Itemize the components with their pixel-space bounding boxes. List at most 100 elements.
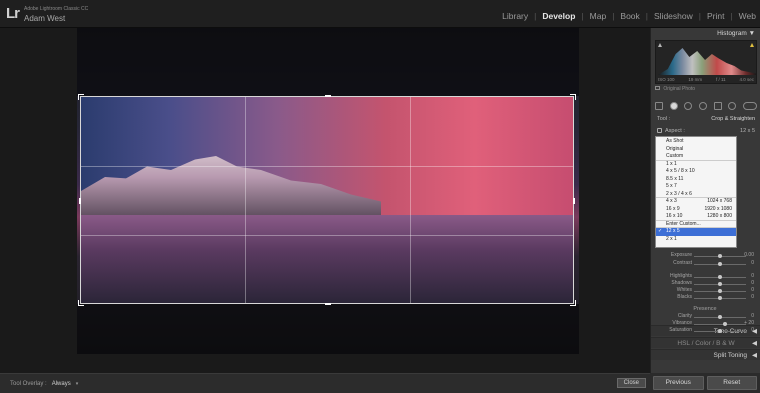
grid-icon[interactable]: [655, 102, 663, 110]
slider-label: Blacks: [677, 294, 692, 300]
aspect-option[interactable]: Enter Custom...: [656, 221, 736, 228]
reset-button[interactable]: Reset: [706, 376, 757, 390]
module-slideshow[interactable]: Slideshow: [654, 11, 693, 21]
slider-knob[interactable]: [718, 315, 722, 319]
top-bar: Lr Adobe Lightroom Classic CC Adam West …: [0, 0, 760, 28]
slider-knob[interactable]: [723, 322, 728, 326]
aspect-option-label: 4 x 5 / 8 x 10: [666, 168, 695, 174]
aspect-option[interactable]: 1 x 1: [656, 161, 736, 169]
module-library[interactable]: Library: [502, 11, 528, 21]
radial-filter-icon[interactable]: [728, 102, 737, 110]
slider-value[interactable]: 0: [751, 327, 754, 333]
photo-canvas[interactable]: [77, 28, 579, 354]
original-photo-label: Original Photo: [663, 86, 696, 92]
slider-knob[interactable]: [718, 296, 722, 300]
aspect-option[interactable]: 2 x 1: [656, 236, 736, 244]
iso-value: ISO 100: [658, 77, 675, 82]
crop-handle-right[interactable]: [573, 198, 575, 204]
crop-handle-top-right[interactable]: [570, 94, 576, 100]
aspect-select[interactable]: 12 x 5: [740, 128, 755, 134]
red-eye-icon[interactable]: [698, 102, 707, 110]
crop-handle-bottom-left[interactable]: [78, 300, 84, 306]
app-name: Adobe Lightroom Classic CC: [24, 6, 89, 12]
crop-handle-top-left[interactable]: [78, 94, 84, 100]
hsl-panel[interactable]: HSL / Color / B & W ◀: [651, 337, 760, 348]
saturation-slider[interactable]: Saturation 0: [650, 327, 760, 335]
bottom-toolbar: Tool Overlay : Always ▾ Close: [0, 373, 650, 393]
aspect-option[interactable]: 5 x 7: [656, 183, 736, 191]
slider-knob[interactable]: [718, 282, 722, 286]
module-map[interactable]: Map: [590, 11, 607, 21]
aspect-option[interactable]: 8.5 x 11: [656, 176, 736, 184]
previous-button[interactable]: Previous: [653, 376, 704, 390]
crop-tool-header: Tool : Crop & Straighten: [657, 116, 755, 122]
aspect-option[interactable]: 2 x 3 / 4 x 6: [656, 191, 736, 198]
aspect-option[interactable]: 12 x 5: [656, 228, 736, 236]
crop-handle-left[interactable]: [79, 198, 81, 204]
aspect-option-label: As Shot: [666, 138, 684, 144]
slider-knob[interactable]: [718, 289, 722, 293]
slider-value[interactable]: 0: [751, 294, 754, 300]
aspect-dropdown: As Shot Original Custom 1 x 14 x 5 / 8 x 10…: [655, 136, 737, 248]
split-toning-panel[interactable]: Split Toning ◀: [651, 349, 760, 360]
aspect-option[interactable]: 16 x 9 1920 x 1080: [656, 206, 736, 214]
crop-mask-bottom: [77, 304, 579, 354]
lightroom-logo: Lr: [6, 5, 20, 22]
spot-removal-icon[interactable]: [684, 102, 693, 110]
tool-overlay-select[interactable]: Always: [52, 381, 71, 387]
aspect-row: Aspect : 12 x 5: [657, 128, 755, 134]
contrast-slider[interactable]: Contrast 0: [650, 260, 760, 268]
aspect-option-label: 8.5 x 11: [666, 175, 684, 182]
aspect-option[interactable]: As Shot: [656, 138, 736, 146]
aspect-option[interactable]: 4 x 3 1024 x 768: [656, 198, 736, 206]
module-develop[interactable]: Develop: [542, 11, 575, 21]
slider-value[interactable]: + 20: [744, 320, 754, 326]
slider-knob[interactable]: [718, 275, 722, 279]
slider-value[interactable]: 0.00: [744, 252, 754, 258]
aspect-option-dims: 1280 x 800: [707, 213, 732, 219]
histogram-header[interactable]: Histogram ▼: [651, 28, 760, 39]
module-separator: |: [581, 11, 584, 21]
graduated-filter-icon[interactable]: [713, 102, 722, 110]
aspect-option-label: Custom: [666, 153, 684, 159]
module-web[interactable]: Web: [739, 11, 756, 21]
aspect-option[interactable]: Custom: [656, 153, 736, 161]
aspect-option[interactable]: 16 x 10 1280 x 800: [656, 213, 736, 221]
slider-value[interactable]: 0: [751, 273, 754, 279]
identity-plate: Adobe Lightroom Classic CC Adam West: [24, 5, 88, 23]
slider-value[interactable]: 0: [751, 287, 754, 293]
focal-value: 19 mm: [688, 77, 703, 82]
image-stage: [0, 28, 650, 373]
aspect-option[interactable]: Original: [656, 146, 736, 154]
crop-handle-bottom[interactable]: [325, 303, 331, 305]
crop-handle-top[interactable]: [325, 95, 331, 97]
module-separator: |: [612, 11, 615, 21]
crop-tool-icon[interactable]: [669, 102, 678, 110]
crop-handle-bottom-right[interactable]: [570, 300, 576, 306]
aspect-option[interactable]: 4 x 5 / 8 x 10: [656, 168, 736, 176]
module-separator: |: [534, 11, 537, 21]
shadow-clipping-icon[interactable]: [658, 43, 662, 47]
aspect-option-label: Original: [666, 145, 684, 152]
lock-icon[interactable]: [657, 128, 662, 133]
photo-icon: [655, 86, 660, 90]
adjustment-brush-icon[interactable]: [742, 102, 757, 110]
slider-knob[interactable]: [718, 254, 722, 258]
slider-knob[interactable]: [718, 329, 722, 333]
close-button[interactable]: Close: [616, 378, 646, 388]
exposure-slider[interactable]: Exposure 0.00: [650, 252, 760, 260]
slider-label: Vibrance: [672, 320, 692, 326]
slider-value[interactable]: 0: [751, 280, 754, 286]
slider-value[interactable]: 0: [751, 313, 754, 319]
slider-track[interactable]: [694, 324, 746, 325]
blacks-slider[interactable]: Blacks 0: [650, 294, 760, 302]
slider-knob[interactable]: [718, 262, 722, 266]
aspect-option-label: 16 x 9: [666, 205, 680, 212]
crop-frame[interactable]: [78, 94, 576, 306]
module-book[interactable]: Book: [620, 11, 639, 21]
histogram[interactable]: ISO 100 19 mm f / 11 4.0 sec: [655, 40, 757, 84]
module-print[interactable]: Print: [707, 11, 724, 21]
highlight-clipping-icon[interactable]: [750, 43, 754, 47]
slider-value[interactable]: 0: [751, 260, 754, 266]
crop-grid-line: [81, 166, 573, 167]
